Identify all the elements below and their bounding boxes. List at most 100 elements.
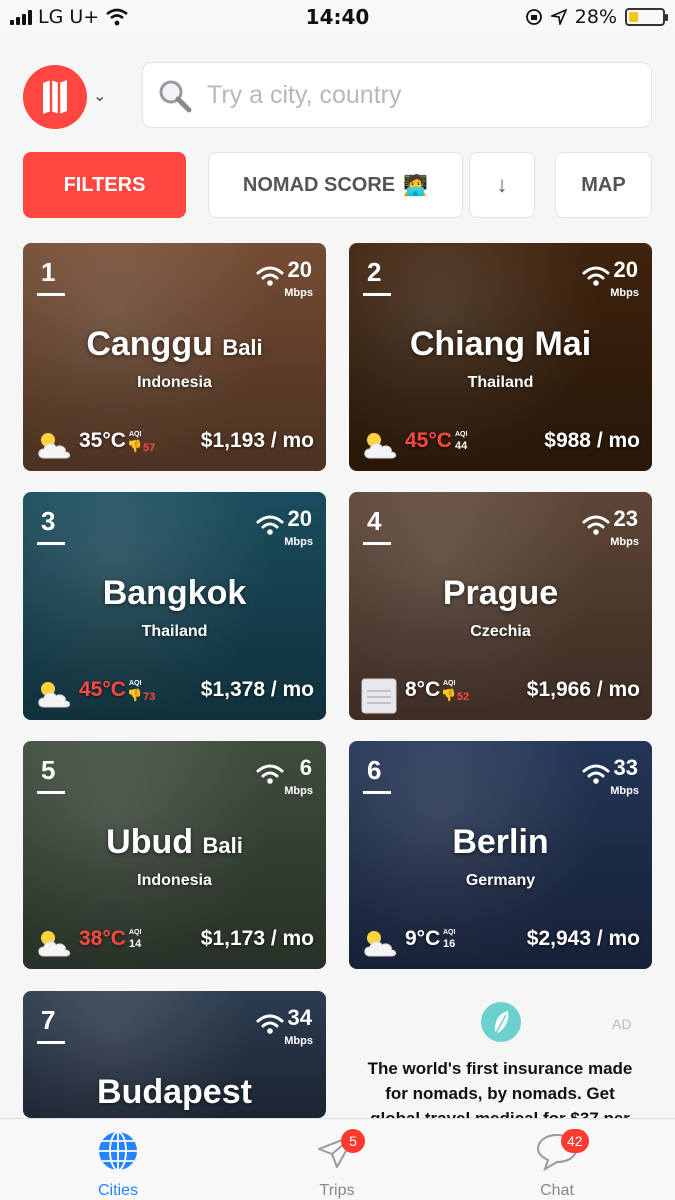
city-country: Indonesia [137,374,212,391]
city-name: Prague [349,574,652,613]
wifi-icon [582,266,610,286]
city-card-bangkok[interactable]: 3 20 Mbps Bangkok Thailand 45°C AQI 👎 73 $1,378 /… [23,492,326,720]
city-card-canggu[interactable]: 1 20 Mbps Canggu Bali Indonesia 35°C AQI 👎 57 $1,… [23,243,326,471]
city-rank: 3 [41,506,56,536]
rank-underline [37,542,65,545]
temperature: 45°C [79,678,126,701]
search-input[interactable] [207,77,627,113]
aqi-value: 73 [143,691,156,703]
speed-unit: Mbps [610,785,639,797]
speed-unit: Mbps [284,536,313,548]
tab-bar: Cities Trips 5 Chat 42 [0,1118,675,1200]
orientation-lock-icon [525,9,542,25]
chevron-down-icon[interactable]: ⌄ [93,86,106,105]
speed-unit: Mbps [284,287,313,299]
trips-badge: 5 [341,1129,365,1153]
aqi-label: AQI [443,929,456,936]
city-card-budapest[interactable]: 7 34 Mbps Budapest [23,991,326,1118]
tab-trips-label: Trips [319,1182,355,1199]
city-rank: 2 [367,257,382,287]
city-card-chiang-mai[interactable]: 2 20 Mbps Chiang Mai Thailand 45°C AQI 44 $988 /… [349,243,652,471]
temperature: 35°C [79,429,126,452]
internet-speed: 23 [613,506,638,531]
arrow-down-icon: ↓ [496,172,508,197]
cost-of-living: $1,173 / mo [200,927,314,950]
sort-by-button[interactable]: NOMAD SCORE 🧑‍💻 [208,152,463,218]
rank-underline [37,293,65,296]
nomadlist-logo-icon[interactable] [23,65,87,129]
thumbs-down-icon: 👎 [441,688,456,702]
filters-button[interactable]: FILTERS [23,152,186,218]
city-title: Canggu [86,325,213,363]
wifi-icon [256,764,284,784]
temperature: 45°C [405,429,452,452]
internet-speed: 6 [299,755,312,780]
chat-badge: 42 [561,1129,589,1153]
speed-unit: Mbps [610,287,639,299]
temperature: 9°C [405,927,441,950]
aqi-label: AQI [129,929,142,936]
city-rank: 4 [367,506,382,536]
city-rank: 5 [41,755,56,785]
cost-of-living: $1,966 / mo [526,678,640,701]
city-rank: 7 [41,1005,56,1035]
sort-direction-button[interactable]: ↓ [469,152,535,218]
city-title: Berlin [452,823,549,861]
tab-cities[interactable]: Cities [58,1129,178,1200]
cost-of-living: $988 / mo [544,429,640,452]
aqi-value: 57 [143,442,156,454]
wifi-icon [582,764,610,784]
temperature: 38°C [79,927,126,950]
wifi-icon [256,1014,284,1034]
city-name: Canggu Bali [23,325,326,364]
technologist-emoji-icon: 🧑‍💻 [403,174,429,197]
partly-cloudy-icon [364,931,397,957]
tab-chat[interactable]: Chat 42 [497,1129,617,1200]
internet-speed: 34 [287,1005,312,1030]
city-name: Bangkok [23,574,326,613]
aqi-label: AQI [443,680,456,687]
temperature: 8°C [405,678,441,701]
city-card-berlin[interactable]: 6 33 Mbps Berlin Germany 9°C AQI 16 $2,943 / mo [349,741,652,969]
feather-icon[interactable] [481,1002,521,1042]
thumbs-down-icon: 👎 [127,688,142,702]
battery-icon [625,8,668,26]
sort-label: NOMAD SCORE [242,173,396,196]
map-button[interactable]: MAP [555,152,652,218]
ad-text-line: for nomads, by nomads. Get [385,1084,615,1103]
city-title: Bangkok [102,574,247,612]
speed-unit: Mbps [284,785,313,797]
aqi-value: 44 [455,440,468,452]
tab-trips[interactable]: Trips 5 [277,1129,397,1200]
search-box[interactable] [142,62,652,128]
city-rank: 6 [367,755,382,785]
city-name: Berlin [349,823,652,862]
speed-unit: Mbps [284,1035,313,1047]
city-region: Bali [202,833,243,858]
internet-speed: 20 [287,506,312,531]
city-title: Chiang Mai [409,325,592,363]
internet-speed: 20 [613,257,638,282]
status-bar: LG U+ 14:40 28% [0,0,675,34]
map-label: MAP [581,173,626,196]
rank-underline [37,1041,65,1044]
aqi-label: AQI [129,680,142,687]
city-card-prague[interactable]: 4 23 Mbps Prague Czechia 8°C AQI 👎 52 $1,966 / mo [349,492,652,720]
battery-fill [629,12,638,22]
city-name: Budapest [23,1073,326,1112]
aqi-label: AQI [455,431,468,438]
city-card-ubud[interactable]: 5 6 Mbps Ubud Bali Indonesia 38°C AQI 14 $1,173 … [23,741,326,969]
ad-tag: AD [612,1016,632,1032]
search-icon [159,80,192,113]
city-country: Indonesia [137,872,212,889]
battery-percent: 28% [574,6,617,28]
feather-glyph [494,1011,509,1034]
tab-chat-label: Chat [540,1182,574,1199]
ad-text-line: The world's first insurance made [367,1059,633,1078]
partly-cloudy-icon [38,931,71,957]
cost-of-living: $2,943 / mo [526,927,640,950]
city-title: Prague [442,574,559,612]
rank-underline [363,293,391,296]
tab-cities-label: Cities [97,1182,138,1199]
partly-cloudy-icon [38,433,71,459]
